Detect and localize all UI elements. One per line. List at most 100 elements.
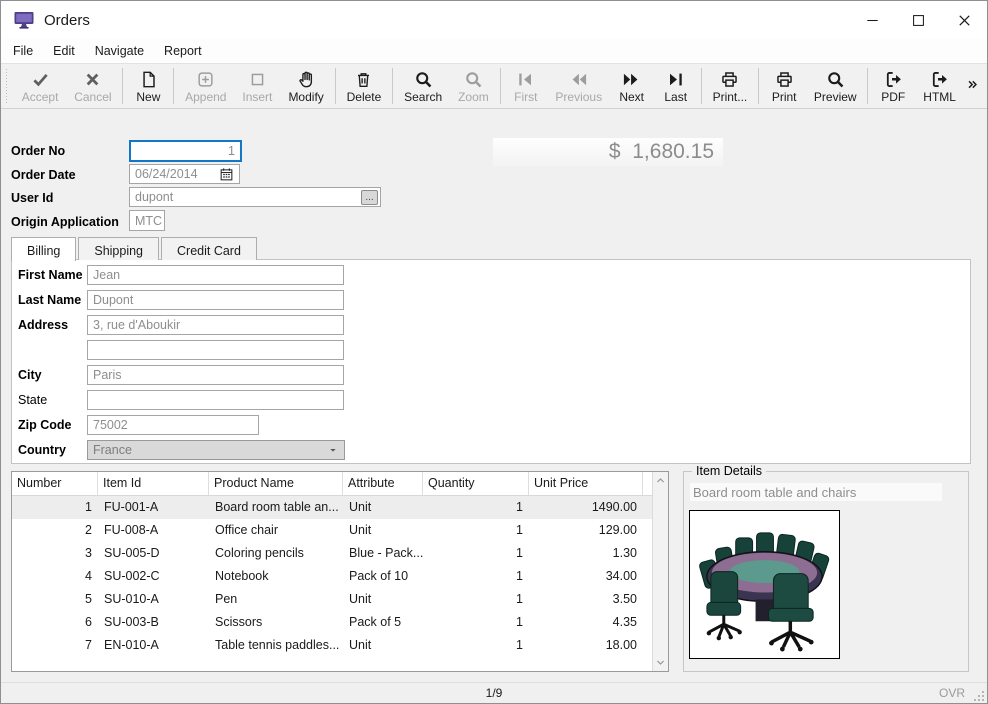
boardroom-table-illustration <box>690 511 839 658</box>
last-name-input[interactable]: Dupont <box>87 290 344 310</box>
column-header-quantity[interactable]: Quantity <box>423 472 529 495</box>
toolbar-button-search[interactable]: Search <box>396 64 450 108</box>
cell-unit-price: 4.35 <box>529 611 643 634</box>
cell-product-name: Coloring pencils <box>209 542 343 565</box>
toolbar-overflow-button[interactable] <box>964 78 981 94</box>
cell-quantity: 1 <box>423 588 529 611</box>
toolbar-button-label: Delete <box>347 90 382 104</box>
toolbar-button-new[interactable]: New <box>126 64 170 108</box>
cell-quantity: 1 <box>423 634 529 657</box>
address-label: Address <box>18 315 68 335</box>
toolbar-separator <box>701 68 702 104</box>
order-no-input[interactable]: 1 <box>129 140 242 162</box>
column-header-attribute[interactable]: Attribute <box>343 472 423 495</box>
last-name-label: Last Name <box>18 290 81 310</box>
table-row[interactable]: 7EN-010-ATable tennis paddles...Unit118.… <box>12 634 668 657</box>
table-row[interactable]: 2FU-008-AOffice chairUnit1129.00 <box>12 519 668 542</box>
cell-item-id: SU-003-B <box>98 611 209 634</box>
state-input[interactable] <box>87 390 344 410</box>
cell-item-id: FU-008-A <box>98 519 209 542</box>
cell-number: 1 <box>12 496 98 519</box>
toolbar-button-label: Cancel <box>74 90 111 104</box>
table-row[interactable]: 1FU-001-ABoard room table an...Unit11490… <box>12 496 668 519</box>
cell-number: 3 <box>12 542 98 565</box>
skip-last-icon <box>666 70 685 89</box>
column-header-product-name[interactable]: Product Name <box>209 472 343 495</box>
toolbar-button-cancel: Cancel <box>66 64 119 108</box>
resize-grip[interactable] <box>973 689 985 701</box>
toolbar-button-label: Zoom <box>458 90 489 104</box>
user-id-browse-button[interactable]: ... <box>361 190 378 205</box>
toolbar-button-zoom: Zoom <box>450 64 497 108</box>
toolbar-button-first: First <box>504 64 548 108</box>
user-id-input[interactable]: dupont ... <box>129 187 381 207</box>
cell-attribute: Blue - Pack... <box>343 542 423 565</box>
menu-report[interactable]: Report <box>154 40 212 62</box>
toolbar-button-label: Accept <box>22 90 59 104</box>
column-header-number[interactable]: Number <box>12 472 98 495</box>
user-id-value: dupont <box>135 190 173 204</box>
toolbar-button-modify[interactable]: Modify <box>280 64 331 108</box>
city-input[interactable]: Paris <box>87 365 344 385</box>
scroll-down-icon[interactable] <box>653 654 669 671</box>
magnifier-icon <box>414 70 433 89</box>
toolbar-button-print[interactable]: Print... <box>705 64 756 108</box>
cell-product-name: Office chair <box>209 519 343 542</box>
table-row[interactable]: 3SU-005-DColoring pencilsBlue - Pack... 1… <box>12 542 668 565</box>
tab-shipping[interactable]: Shipping <box>78 237 159 260</box>
menu-edit[interactable]: Edit <box>43 40 85 62</box>
close-button[interactable] <box>941 1 987 39</box>
cell-unit-price: 129.00 <box>529 519 643 542</box>
column-header-unit-price[interactable]: Unit Price <box>529 472 643 495</box>
item-details-title: Item Details <box>692 464 766 478</box>
toolbar-button-delete[interactable]: Delete <box>339 64 390 108</box>
table-row[interactable]: 4SU-002-CNotebookPack of 10134.00 <box>12 565 668 588</box>
orders-window: Orders FileEditNavigateReport Accept Canc… <box>0 0 988 704</box>
menu-file[interactable]: File <box>3 40 43 62</box>
document-icon <box>139 70 158 89</box>
address-line-2-input[interactable] <box>87 340 344 360</box>
cell-quantity: 1 <box>423 611 529 634</box>
table-row[interactable]: 5SU-010-APenUnit13.50 <box>12 588 668 611</box>
country-select[interactable]: France <box>87 440 345 460</box>
tab-billing[interactable]: Billing <box>11 237 76 261</box>
field-value: Dupont <box>93 293 133 307</box>
toolbar-grip[interactable] <box>5 69 8 103</box>
skip-first-icon <box>516 70 535 89</box>
toolbar-button-pdf[interactable]: PDF <box>871 64 915 108</box>
toolbar-button-print[interactable]: Print <box>762 64 806 108</box>
toolbar-button-next[interactable]: Next <box>610 64 654 108</box>
cell-item-id: SU-005-D <box>98 542 209 565</box>
cell-unit-price: 18.00 <box>529 634 643 657</box>
scroll-up-icon[interactable] <box>653 472 669 489</box>
toolbar-button-html[interactable]: HTML <box>915 64 964 108</box>
calendar-icon[interactable] <box>219 167 234 182</box>
toolbar-button-preview[interactable]: Preview <box>806 64 864 108</box>
cell-product-name: Notebook <box>209 565 343 588</box>
column-header-item-id[interactable]: Item Id <box>98 472 209 495</box>
window-title: Orders <box>44 12 90 29</box>
maximize-button[interactable] <box>895 1 941 39</box>
cell-item-id: SU-010-A <box>98 588 209 611</box>
first-name-input[interactable]: Jean <box>87 265 344 285</box>
zip-code-input[interactable]: 75002 <box>87 415 259 435</box>
tab-credit-card[interactable]: Credit Card <box>161 237 257 260</box>
table-row[interactable]: 6SU-003-BScissorsPack of 514.35 <box>12 611 668 634</box>
status-bar: 1/9 OVR <box>1 682 987 703</box>
minimize-button[interactable] <box>849 1 895 39</box>
address-input[interactable]: 3, rue d'Aboukir <box>87 315 344 335</box>
items-table: NumberItem IdProduct NameAttributeQuanti… <box>11 471 669 672</box>
export-icon <box>930 70 949 89</box>
order-date-input[interactable]: 06/24/2014 <box>129 164 240 184</box>
first-name-label: First Name <box>18 265 83 285</box>
user-id-label: User Id <box>11 191 53 205</box>
toolbar-button-last[interactable]: Last <box>654 64 698 108</box>
table-header-row: NumberItem IdProduct NameAttributeQuanti… <box>12 472 668 496</box>
menu-navigate[interactable]: Navigate <box>85 40 154 62</box>
cell-unit-price: 1.30 <box>529 542 643 565</box>
field-value: Jean <box>93 268 120 282</box>
toolbar-button-label: PDF <box>881 90 905 104</box>
origin-application-input[interactable]: MTC <box>129 210 165 231</box>
origin-application-label: Origin Application <box>11 215 119 229</box>
table-scrollbar[interactable] <box>652 472 668 671</box>
